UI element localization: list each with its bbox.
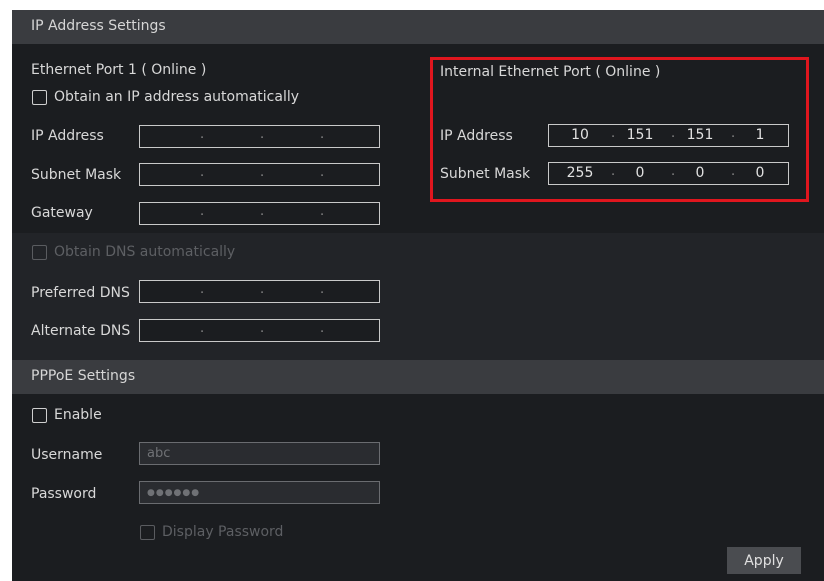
ip-dot: .: [260, 321, 265, 336]
pppoe-settings-header: PPPoE Settings: [12, 360, 824, 394]
auto-dns-checkbox[interactable]: [32, 245, 47, 260]
password-input[interactable]: ●●●●●●: [139, 481, 380, 504]
ip-dot: .: [200, 321, 205, 336]
ip-dot: .: [611, 164, 616, 179]
ip-dot: .: [260, 204, 265, 219]
alternate-dns-field[interactable]: . . .: [139, 319, 380, 342]
ip-address-label: IP Address: [31, 128, 104, 144]
subnet-octet-3: 0: [695, 165, 705, 181]
ip-dot: .: [260, 165, 265, 180]
pppoe-settings-title: PPPoE Settings: [31, 368, 136, 384]
preferred-dns-label: Preferred DNS: [31, 285, 130, 301]
auto-dns-label: Obtain DNS automatically: [54, 244, 236, 260]
ip-dot: .: [260, 282, 265, 297]
ip-dot: .: [320, 204, 325, 219]
ip-dot: .: [200, 204, 205, 219]
ip-dot: .: [320, 127, 325, 142]
ip-octet-1: 10: [571, 127, 589, 143]
subnet-mask-field[interactable]: . . .: [139, 163, 380, 186]
ip-dot: .: [611, 126, 616, 141]
gateway-field[interactable]: . . .: [139, 202, 380, 225]
ip-dot: .: [200, 127, 205, 142]
ip-dot: .: [320, 165, 325, 180]
ip-dot: .: [731, 126, 736, 141]
auto-ip-label: Obtain an IP address automatically: [54, 89, 300, 105]
gateway-label: Gateway: [31, 205, 93, 221]
internal-ip-label: IP Address: [440, 128, 513, 144]
subnet-octet-4: 0: [755, 165, 765, 181]
ip-octet-2: 151: [626, 127, 654, 143]
ip-dot: .: [320, 282, 325, 297]
ip-address-field[interactable]: . . .: [139, 125, 380, 148]
display-password-label: Display Password: [162, 524, 284, 540]
subnet-mask-label: Subnet Mask: [31, 167, 122, 183]
ip-settings-title: IP Address Settings: [31, 18, 166, 34]
pppoe-enable-checkbox[interactable]: [32, 408, 47, 423]
display-password-checkbox[interactable]: [140, 525, 155, 540]
ip-dot: .: [200, 282, 205, 297]
ip-dot: .: [671, 164, 676, 179]
ip-dot: .: [731, 164, 736, 179]
username-label: Username: [31, 447, 103, 463]
ethernet-port-title: Ethernet Port 1 ( Online ): [31, 62, 207, 78]
subnet-octet-2: 0: [635, 165, 645, 181]
ip-dot: .: [671, 126, 676, 141]
ip-octet-4: 1: [755, 127, 765, 143]
ip-settings-header: IP Address Settings: [12, 10, 824, 44]
username-value: abc: [147, 446, 171, 461]
preferred-dns-field[interactable]: . . .: [139, 280, 380, 303]
auto-ip-checkbox[interactable]: [32, 90, 47, 105]
username-input[interactable]: abc: [139, 442, 380, 465]
internal-port-title: Internal Ethernet Port ( Online ): [440, 64, 661, 80]
ip-dot: .: [320, 321, 325, 336]
alternate-dns-label: Alternate DNS: [31, 323, 131, 339]
ip-dot: .: [200, 165, 205, 180]
ip-dot: .: [260, 127, 265, 142]
password-label: Password: [31, 486, 97, 502]
internal-subnet-label: Subnet Mask: [440, 166, 531, 182]
internal-ip-field[interactable]: 10 . 151 . 151 . 1: [548, 124, 789, 147]
pppoe-enable-label: Enable: [54, 407, 102, 423]
password-value: ●●●●●●: [147, 488, 201, 498]
subnet-octet-1: 255: [566, 165, 594, 181]
apply-button[interactable]: Apply: [727, 547, 801, 574]
internal-subnet-field[interactable]: 255 . 0 . 0 . 0: [548, 162, 789, 185]
ip-octet-3: 151: [686, 127, 714, 143]
